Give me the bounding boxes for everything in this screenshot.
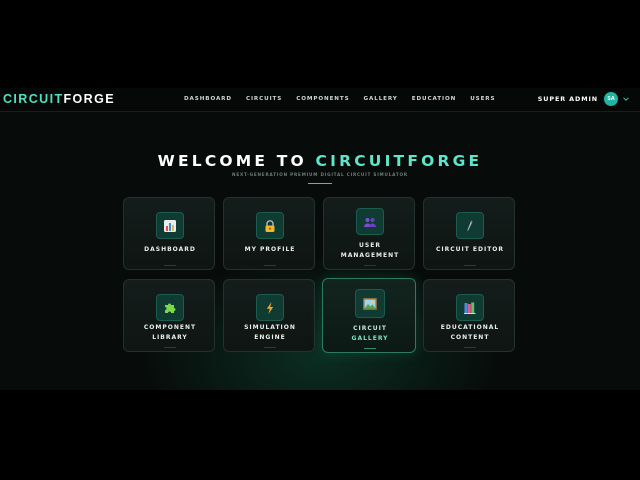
- card-label: USER MANAGEMENT: [328, 241, 412, 260]
- card-label-line-2: GALLERY: [351, 334, 389, 342]
- user-menu[interactable]: SUPER ADMIN SA: [538, 92, 630, 106]
- user-name: SUPER ADMIN: [537, 95, 598, 103]
- card-label: COMPONENT LIBRARY: [128, 323, 212, 342]
- card-underline: [364, 348, 376, 349]
- chevron-down-icon[interactable]: [622, 95, 630, 103]
- page-title: WELCOME TO CIRCUITFORGE: [0, 152, 640, 170]
- card-dashboard[interactable]: DASHBOARD: [123, 197, 215, 270]
- card-underline: [264, 265, 276, 266]
- letterbox-bottom: [0, 390, 640, 480]
- card-label: CIRCUIT EDITOR: [435, 246, 505, 253]
- card-label: DASHBOARD: [144, 246, 196, 253]
- lock-icon: [256, 212, 284, 239]
- logo-text-circuit: CIRCUIT: [3, 92, 64, 106]
- card-label: CIRCUIT GALLERY: [328, 324, 412, 343]
- title-brand: CIRCUITFORGE: [315, 152, 483, 170]
- bar-chart-icon: [156, 212, 184, 239]
- card-label-line-2: ENGINE: [254, 333, 286, 341]
- nav-components[interactable]: COMPONENTS: [296, 96, 349, 102]
- card-user-management[interactable]: USER MANAGEMENT: [323, 197, 415, 270]
- title-divider: [308, 183, 332, 184]
- nav-circuits[interactable]: CIRCUITS: [246, 96, 282, 102]
- card-underline: [264, 347, 276, 348]
- lightning-icon: [256, 294, 284, 321]
- card-label: EDUCATIONAL CONTENT: [428, 323, 512, 342]
- card-label-line-1: SIMULATION: [244, 324, 296, 331]
- card-component-library[interactable]: COMPONENT LIBRARY: [123, 279, 215, 352]
- card-label-line-2: LIBRARY: [152, 333, 188, 341]
- main-nav: DASHBOARD CIRCUITS COMPONENTS GALLERY ED…: [184, 96, 509, 102]
- card-label-line-1: COMPONENT: [143, 324, 197, 331]
- title-welcome: WELCOME TO: [157, 152, 307, 170]
- card-underline: [364, 265, 376, 266]
- card-label-line-1: EDUCATIONAL: [440, 324, 500, 331]
- nav-education[interactable]: EDUCATION: [412, 96, 456, 102]
- nav-users[interactable]: USERS: [470, 96, 495, 102]
- logo-text-forge: FORGE: [63, 92, 115, 106]
- nav-gallery[interactable]: GALLERY: [364, 96, 398, 102]
- puzzle-icon: [156, 294, 184, 321]
- card-circuit-editor[interactable]: CIRCUIT EDITOR: [423, 197, 515, 270]
- card-label-line-2: CONTENT: [450, 333, 490, 341]
- app-window: CIRCUITFORGE DASHBOARD CIRCUITS COMPONEN…: [0, 88, 640, 390]
- card-underline: [464, 265, 476, 266]
- page-subtitle: NEXT-GENERATION PREMIUM DIGITAL CIRCUIT …: [232, 172, 408, 177]
- users-icon: [356, 208, 384, 235]
- card-underline: [464, 347, 476, 348]
- card-label: MY PROFILE: [244, 246, 296, 253]
- card-underline: [164, 347, 176, 348]
- card-educational-content[interactable]: EDUCATIONAL CONTENT: [423, 279, 515, 352]
- top-navbar: CIRCUITFORGE DASHBOARD CIRCUITS COMPONEN…: [0, 88, 640, 112]
- nav-dashboard[interactable]: DASHBOARD: [184, 96, 232, 102]
- card-simulation-engine[interactable]: SIMULATION ENGINE: [223, 279, 315, 352]
- books-icon: [456, 294, 484, 321]
- avatar[interactable]: SA: [604, 92, 618, 106]
- card-label-line-2: MANAGEMENT: [340, 251, 400, 259]
- pen-icon: [456, 212, 484, 239]
- picture-icon: [355, 289, 385, 318]
- card-label-line-1: USER: [359, 242, 381, 249]
- card-my-profile[interactable]: MY PROFILE: [223, 197, 315, 270]
- letterbox-top: [0, 0, 640, 88]
- card-label: SIMULATION ENGINE: [228, 323, 312, 342]
- card-label-line-1: CIRCUIT: [353, 325, 387, 332]
- card-underline: [164, 265, 176, 266]
- card-circuit-gallery[interactable]: CIRCUIT GALLERY: [322, 278, 416, 353]
- brand-logo[interactable]: CIRCUITFORGE: [3, 92, 115, 106]
